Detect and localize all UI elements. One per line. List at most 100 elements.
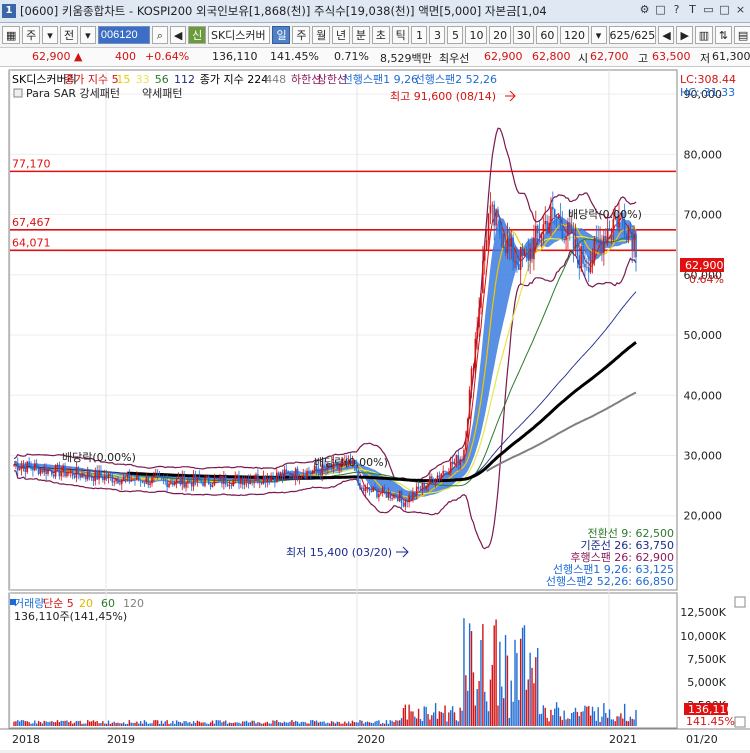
minimize-icon[interactable]: ▭ <box>701 2 716 18</box>
prev-button[interactable]: 전 <box>60 26 78 44</box>
volume-bar <box>13 721 15 726</box>
candle-body <box>73 475 76 478</box>
volume-bar <box>629 716 632 726</box>
candle-body <box>105 475 108 479</box>
candle-body <box>283 469 286 478</box>
period-day-tab[interactable]: 일 <box>272 26 291 44</box>
interval-1[interactable]: 1 <box>411 26 428 44</box>
volume-bar <box>35 723 38 726</box>
candle-body <box>506 238 509 254</box>
volume-bar <box>115 722 117 726</box>
volume-bar <box>438 711 441 726</box>
price-panel[interactable] <box>8 69 678 591</box>
volume-bar <box>306 723 308 726</box>
volume-bar <box>164 721 166 726</box>
sort-icon[interactable]: ⇅ <box>714 26 732 44</box>
chart-type-icon[interactable]: ▥ <box>694 26 713 44</box>
candle-body <box>122 476 125 480</box>
volume-ratio: 141.45% <box>270 50 319 63</box>
interval-30[interactable]: 30 <box>512 26 535 44</box>
volume-bar <box>209 722 212 726</box>
chart-area[interactable]: 90,000 80,000 70,000 60,000 50,000 40,000 30,0… <box>0 67 750 750</box>
volume-bar <box>355 722 357 726</box>
period-year-tab[interactable]: 년 <box>332 26 350 44</box>
volume-bar <box>510 680 512 726</box>
close-panel-icon[interactable] <box>734 716 746 728</box>
gear-icon[interactable]: ⚙ <box>637 2 652 18</box>
period-tick-tab[interactable]: 틱 <box>391 26 410 44</box>
candle-count[interactable]: 625/625 <box>608 26 657 44</box>
interval-20[interactable]: 20 <box>489 26 511 44</box>
pin-icon[interactable]: T <box>685 2 700 18</box>
interval-10[interactable]: 10 <box>465 26 488 44</box>
help-icon[interactable]: ? <box>669 2 684 18</box>
candle-body <box>404 501 407 507</box>
volume-bar <box>485 701 488 726</box>
candle-body <box>111 475 114 483</box>
interval-120[interactable]: 120 <box>560 26 589 44</box>
dropdown-icon[interactable]: ▾ <box>79 26 96 44</box>
restore-icon[interactable]: □ <box>653 2 668 18</box>
volume-bar <box>523 625 526 726</box>
market-select[interactable]: 주 <box>22 26 40 44</box>
period-month-tab[interactable]: 월 <box>312 26 331 44</box>
scroll-left-icon[interactable]: ◀ <box>658 26 675 44</box>
volume-bar <box>85 723 87 726</box>
candle-body <box>468 389 471 419</box>
candle-body <box>258 481 261 483</box>
tools-icon[interactable]: ▤ <box>733 26 750 44</box>
volume-bar <box>240 723 242 726</box>
stock-name-field[interactable]: SK디스커버 <box>207 26 271 44</box>
candle-body <box>262 475 265 484</box>
close-panel-icon[interactable] <box>734 596 746 608</box>
interval-5[interactable]: 5 <box>447 26 464 44</box>
volume-bar <box>468 623 471 726</box>
period-minute-tab[interactable]: 분 <box>351 26 370 44</box>
candle-body <box>457 455 460 465</box>
volume-bar <box>415 718 418 726</box>
maximize-icon[interactable]: □ <box>717 2 732 18</box>
credit-badge[interactable]: 신 <box>188 26 206 44</box>
volume-bar <box>601 716 603 726</box>
scroll-right-icon[interactable]: ▶ <box>676 26 693 44</box>
candle-body <box>466 418 469 438</box>
interval-3[interactable]: 3 <box>429 26 446 44</box>
search-icon[interactable]: ⌕ <box>151 26 168 44</box>
volume-bar <box>47 722 49 726</box>
stock-code-input[interactable] <box>97 26 150 44</box>
dropdown-icon[interactable]: ▾ <box>590 26 607 44</box>
candle-body <box>400 490 403 503</box>
speaker-icon[interactable]: ◀ <box>169 26 187 44</box>
candle-body <box>41 468 44 473</box>
volume-bar <box>478 681 480 726</box>
volume-bar <box>487 711 490 726</box>
price-chart[interactable]: 90,00080,00070,00060,00050,00040,00030,0… <box>0 67 750 750</box>
close-icon[interactable]: × <box>733 2 748 18</box>
dropdown-icon[interactable]: ▾ <box>42 26 58 44</box>
candle-body <box>194 475 197 482</box>
candle-body <box>175 479 178 483</box>
volume-bar <box>217 720 219 726</box>
volume-bar <box>440 712 442 726</box>
volume-bar <box>64 720 66 726</box>
volume-bar <box>128 720 131 726</box>
volume-bar <box>606 717 609 726</box>
volume-bar <box>151 723 153 726</box>
candle-body <box>192 475 195 487</box>
quote-bar: 62,900 ▲ 400 +0.64% 136,110 141.45% 0.71… <box>0 48 750 67</box>
period-week-tab[interactable]: 주 <box>292 26 311 44</box>
volume-bar <box>470 631 473 726</box>
volume-bar <box>247 722 250 726</box>
grid-icon[interactable]: ▦ <box>2 26 21 44</box>
candle-body <box>58 464 61 477</box>
price-axis-label: 20,000 <box>684 510 723 523</box>
volume-bar <box>83 723 85 726</box>
volume-bar <box>593 711 596 726</box>
candle-body <box>232 479 235 486</box>
candle-body <box>362 487 365 492</box>
interval-60[interactable]: 60 <box>536 26 559 44</box>
date-axis-label: 2020 <box>357 733 385 746</box>
period-second-tab[interactable]: 초 <box>371 26 390 44</box>
candle-body <box>185 483 187 488</box>
volume-bar <box>15 721 17 726</box>
